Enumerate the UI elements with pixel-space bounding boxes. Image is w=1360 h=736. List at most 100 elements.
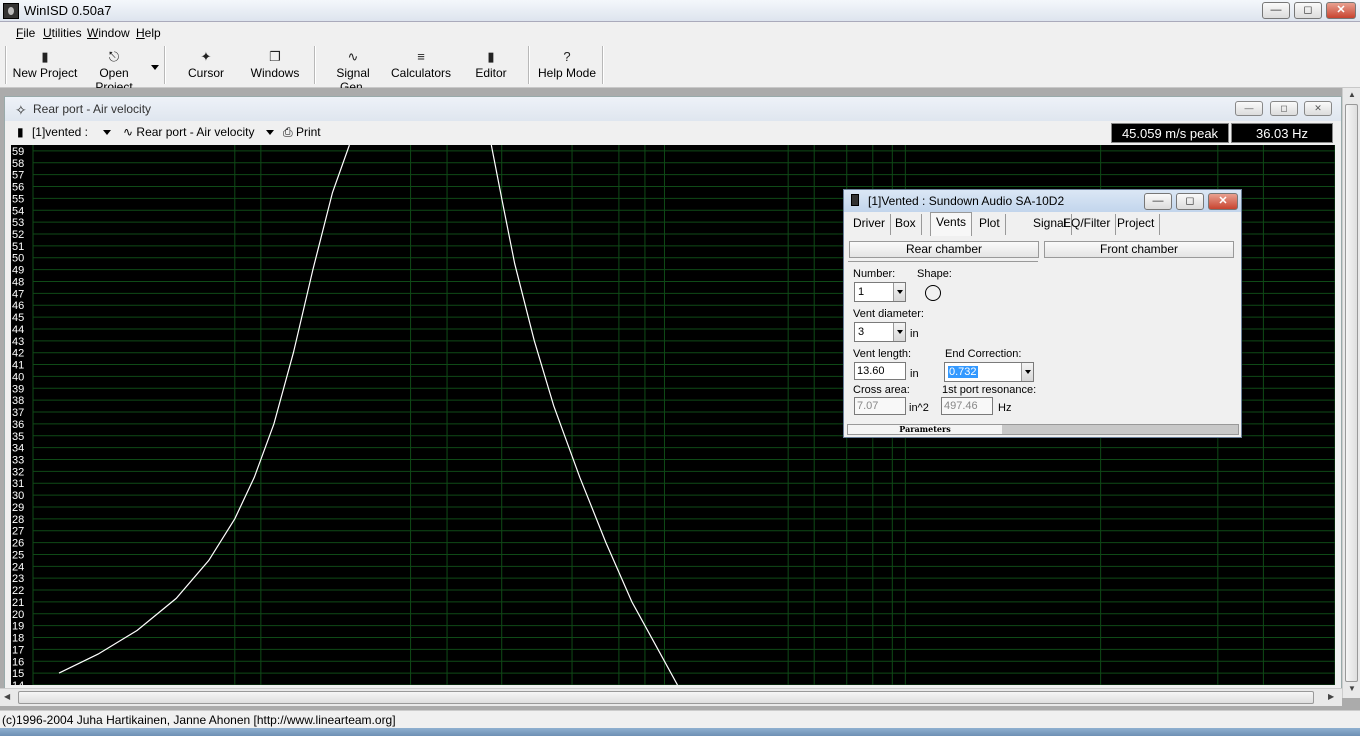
plot-close-button[interactable]: ✕ [1304,101,1332,116]
frequency-readout: 36.03 Hz [1231,123,1333,143]
y-tick-label: 18 [12,633,24,645]
tab-box[interactable]: Box [890,214,922,235]
maximize-button[interactable]: ◻ [1294,2,1322,19]
scroll-up-icon[interactable]: ▲ [1348,90,1356,99]
vent-length-unit: in [910,368,919,380]
plot-minimize-button[interactable]: — [1235,101,1263,116]
port-resonance-field: 497.46 [941,397,993,415]
y-tick-label: 56 [12,182,24,194]
y-tick-label: 28 [12,514,24,526]
dialog-statusbar: Parameters [847,424,1239,435]
velocity-curve [58,145,350,674]
vented-box-dialog: [1]Vented : Sundown Audio SA-10D2 — ◻ ✕ … [843,189,1242,438]
y-tick-label: 22 [12,585,24,597]
dialog-close-button[interactable]: ✕ [1208,193,1238,210]
editor-button[interactable]: ▮ Editor [466,46,516,84]
horizontal-scroll-thumb[interactable] [18,691,1314,704]
menu-utilities[interactable]: Utilities [43,26,82,40]
scroll-right-icon[interactable]: ▶ [1328,692,1334,701]
cursor-button[interactable]: ✦ Cursor [180,46,232,84]
toolbar-separator [528,46,530,84]
graph-select[interactable]: ∿ Rear port - Air velocity [123,125,274,139]
scroll-down-icon[interactable]: ▼ [1348,684,1356,693]
app-icon [3,3,19,19]
main-toolbar: ▮ New Project ⎋ Open Project ✦ Cursor ❐ … [0,44,1360,94]
menu-help[interactable]: Help [136,26,161,40]
calculator-icon: ≡ [417,49,425,64]
plot-window-titlebar[interactable]: ✧ Rear port - Air velocity — ◻ ✕ [5,97,1341,121]
app-titlebar: WinISD 0.50a7 — ◻ ✕ [0,0,1360,22]
y-tick-label: 26 [12,538,24,550]
tab-eq-filter[interactable]: EQ/Filter [1058,214,1117,235]
windows-button[interactable]: ❐ Windows [246,46,304,84]
y-tick-label: 57 [12,170,24,182]
copyright-text: (c)1996-2004 Juha Hartikainen, Janne Aho… [2,713,396,727]
crosshair-icon: ✧ [15,102,27,118]
chevron-down-icon[interactable] [893,283,905,301]
dialog-titlebar[interactable]: [1]Vented : Sundown Audio SA-10D2 — ◻ ✕ [844,190,1241,212]
y-tick-label: 44 [12,324,24,336]
y-tick-label: 42 [12,348,24,360]
port-resonance-unit: Hz [998,402,1012,414]
calculators-button[interactable]: ≡ Calculators [391,46,451,84]
vent-length-field[interactable]: 13.60 [854,362,906,380]
y-tick-label: 45 [12,312,24,324]
parameters-tab[interactable]: Parameters [848,425,1002,434]
menu-window[interactable]: Window [87,26,130,40]
open-project-button[interactable]: ⎋ Open Project [80,46,148,94]
number-label: Number: [853,268,896,280]
end-correction-label: End Correction: [945,348,1022,360]
y-tick-label: 32 [12,466,24,478]
front-chamber-button[interactable]: Front chamber [1044,241,1234,258]
project-select[interactable]: ▮ [1]vented : [17,125,112,139]
vertical-scrollbar[interactable]: ▲ ▼ [1342,88,1360,698]
y-tick-label: 23 [12,573,24,585]
tab-plot[interactable]: Plot [974,214,1006,235]
tab-driver[interactable]: Driver [848,214,891,235]
chevron-down-icon [151,65,159,71]
rear-chamber-button[interactable]: Rear chamber [849,241,1039,258]
toolbar-separator [602,46,604,84]
menu-file[interactable]: File [16,26,35,40]
dialog-maximize-button[interactable]: ◻ [1176,193,1204,210]
number-select[interactable]: 1 [854,282,906,302]
signal-gen-button[interactable]: ∿ Signal Gen. [322,46,384,94]
end-correction-select[interactable]: 0.732 [944,362,1034,382]
plot-maximize-button[interactable]: ◻ [1270,101,1298,116]
scroll-left-icon[interactable]: ◀ [4,692,10,701]
chevron-down-icon[interactable] [1021,363,1033,381]
new-project-button[interactable]: ▮ New Project [12,46,78,84]
tab-vents[interactable]: Vents [930,212,973,236]
y-tick-label: 40 [12,371,24,383]
y-tick-label: 31 [12,478,24,490]
vent-length-label: Vent length: [853,348,912,360]
taskbar [0,728,1360,736]
y-tick-label: 52 [12,229,24,241]
chevron-down-icon [265,130,274,136]
horizontal-scrollbar[interactable]: ◀ ▶ [0,688,1342,706]
help-mode-button[interactable]: ? Help Mode [536,46,598,84]
y-tick-label: 36 [12,419,24,431]
printer-icon: ⎙ [283,125,293,139]
wave-icon: ∿ [123,125,134,139]
tab-project[interactable]: Project [1112,214,1161,235]
vertical-scroll-thumb[interactable] [1345,104,1358,682]
minimize-button[interactable]: — [1262,2,1290,19]
chevron-down-icon[interactable] [893,323,905,341]
y-tick-label: 48 [12,276,24,288]
y-tick-label: 59 [12,146,24,158]
close-button[interactable]: ✕ [1326,2,1356,19]
velocity-curve [490,145,679,685]
dialog-title: [1]Vented : Sundown Audio SA-10D2 [868,194,1065,208]
y-tick-label: 37 [12,407,24,419]
print-button[interactable]: ⎙ Print [283,125,321,140]
cross-area-label: Cross area: [853,384,910,396]
dialog-minimize-button[interactable]: — [1144,193,1172,210]
vent-diameter-unit: in [910,328,919,340]
open-project-dropdown[interactable] [149,46,161,84]
statusbar: (c)1996-2004 Juha Hartikainen, Janne Aho… [0,710,1360,728]
chevron-down-icon [103,130,112,136]
vent-diameter-select[interactable]: 3 [854,322,906,342]
circle-icon[interactable] [925,285,941,301]
y-tick-label: 20 [12,609,24,621]
